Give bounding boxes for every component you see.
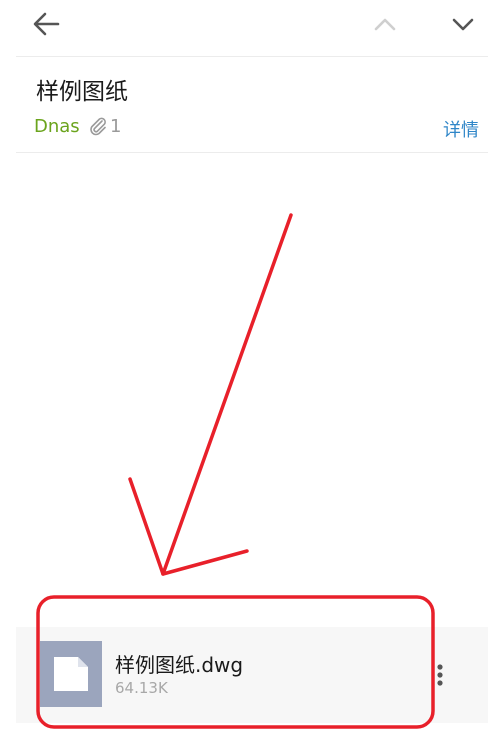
chevron-down-icon[interactable] (448, 12, 478, 36)
arrow-left-icon[interactable] (30, 10, 62, 38)
annotation-arrow (128, 213, 293, 576)
attachment-count: 1 (110, 116, 122, 137)
mail-subject: 样例图纸 (36, 79, 128, 105)
details-link[interactable]: 详情 (443, 116, 479, 142)
document-icon (54, 657, 88, 691)
more-vertical-icon[interactable] (432, 660, 448, 690)
chevron-up-icon[interactable] (370, 12, 400, 36)
file-thumbnail[interactable] (40, 641, 102, 707)
paperclip-icon (90, 117, 106, 136)
top-bar (0, 0, 488, 50)
attachment-file-name[interactable]: 样例图纸.dwg (115, 649, 243, 678)
attachment-file-size: 64.13K (115, 679, 168, 697)
meta-divider (16, 152, 488, 153)
header-divider (16, 56, 488, 57)
sender-name[interactable]: Dnas (34, 116, 80, 137)
